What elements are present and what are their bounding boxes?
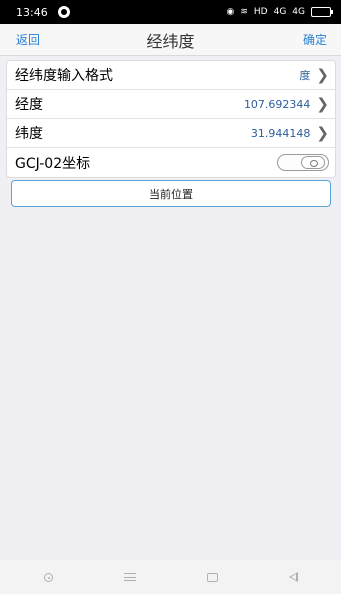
status-bar: 13:46 ◉ ≋ HD 4G 4G <box>0 0 341 24</box>
row-value: 度 <box>299 69 311 82</box>
back-icon[interactable] <box>288 572 298 582</box>
row-right: 度 ❯ <box>299 67 329 83</box>
row-label: GCJ-02坐标 <box>15 155 91 172</box>
row-value: 107.692344 <box>243 97 311 111</box>
notification-icon <box>57 6 70 18</box>
gcj02-toggle[interactable] <box>277 154 329 171</box>
home-icon[interactable] <box>206 572 218 582</box>
page-title: 经纬度 <box>146 31 195 51</box>
chevron-right-icon: ❯ <box>316 94 329 113</box>
menu-icon[interactable] <box>123 573 136 581</box>
current-position-button[interactable]: 当前位置 <box>11 180 331 207</box>
system-nav-bar <box>0 560 341 594</box>
assistant-icon[interactable] <box>43 572 53 582</box>
network-label: HD <box>253 7 268 17</box>
chevron-right-icon: ❯ <box>316 123 329 142</box>
row-gcj02: GCJ-02坐标 <box>7 148 335 177</box>
signal-1: 4G <box>273 7 287 17</box>
settings-list: 经纬度输入格式 度 ❯ 经度 107.692344 ❯ 纬度 31.944148… <box>6 60 336 178</box>
status-time: 13:46 <box>16 5 48 19</box>
row-longitude[interactable]: 经度 107.692344 ❯ <box>7 90 335 119</box>
row-right: 107.692344 ❯ <box>243 94 329 113</box>
row-label: 经纬度输入格式 <box>15 68 113 84</box>
row-latitude[interactable]: 纬度 31.944148 ❯ <box>7 119 335 148</box>
wifi-icon: ≋ <box>240 7 248 17</box>
confirm-button[interactable]: 确定 <box>303 31 327 48</box>
row-label: 经度 <box>15 97 43 113</box>
nav-bar: 返回 经纬度 确定 <box>0 24 341 56</box>
toggle-knob <box>301 156 325 169</box>
location-icon: ◉ <box>226 7 235 17</box>
row-right: 31.944148 ❯ <box>250 123 329 142</box>
back-button[interactable]: 返回 <box>16 31 40 48</box>
row-value: 31.944148 <box>250 126 311 140</box>
status-left: 13:46 <box>16 6 70 19</box>
status-right: ◉ ≋ HD 4G 4G <box>226 7 333 17</box>
chevron-right-icon: ❯ <box>316 65 329 84</box>
signal-2: 4G <box>292 7 305 17</box>
battery-icon <box>311 7 333 17</box>
row-label: 纬度 <box>15 126 43 142</box>
row-input-format[interactable]: 经纬度输入格式 度 ❯ <box>7 61 335 90</box>
